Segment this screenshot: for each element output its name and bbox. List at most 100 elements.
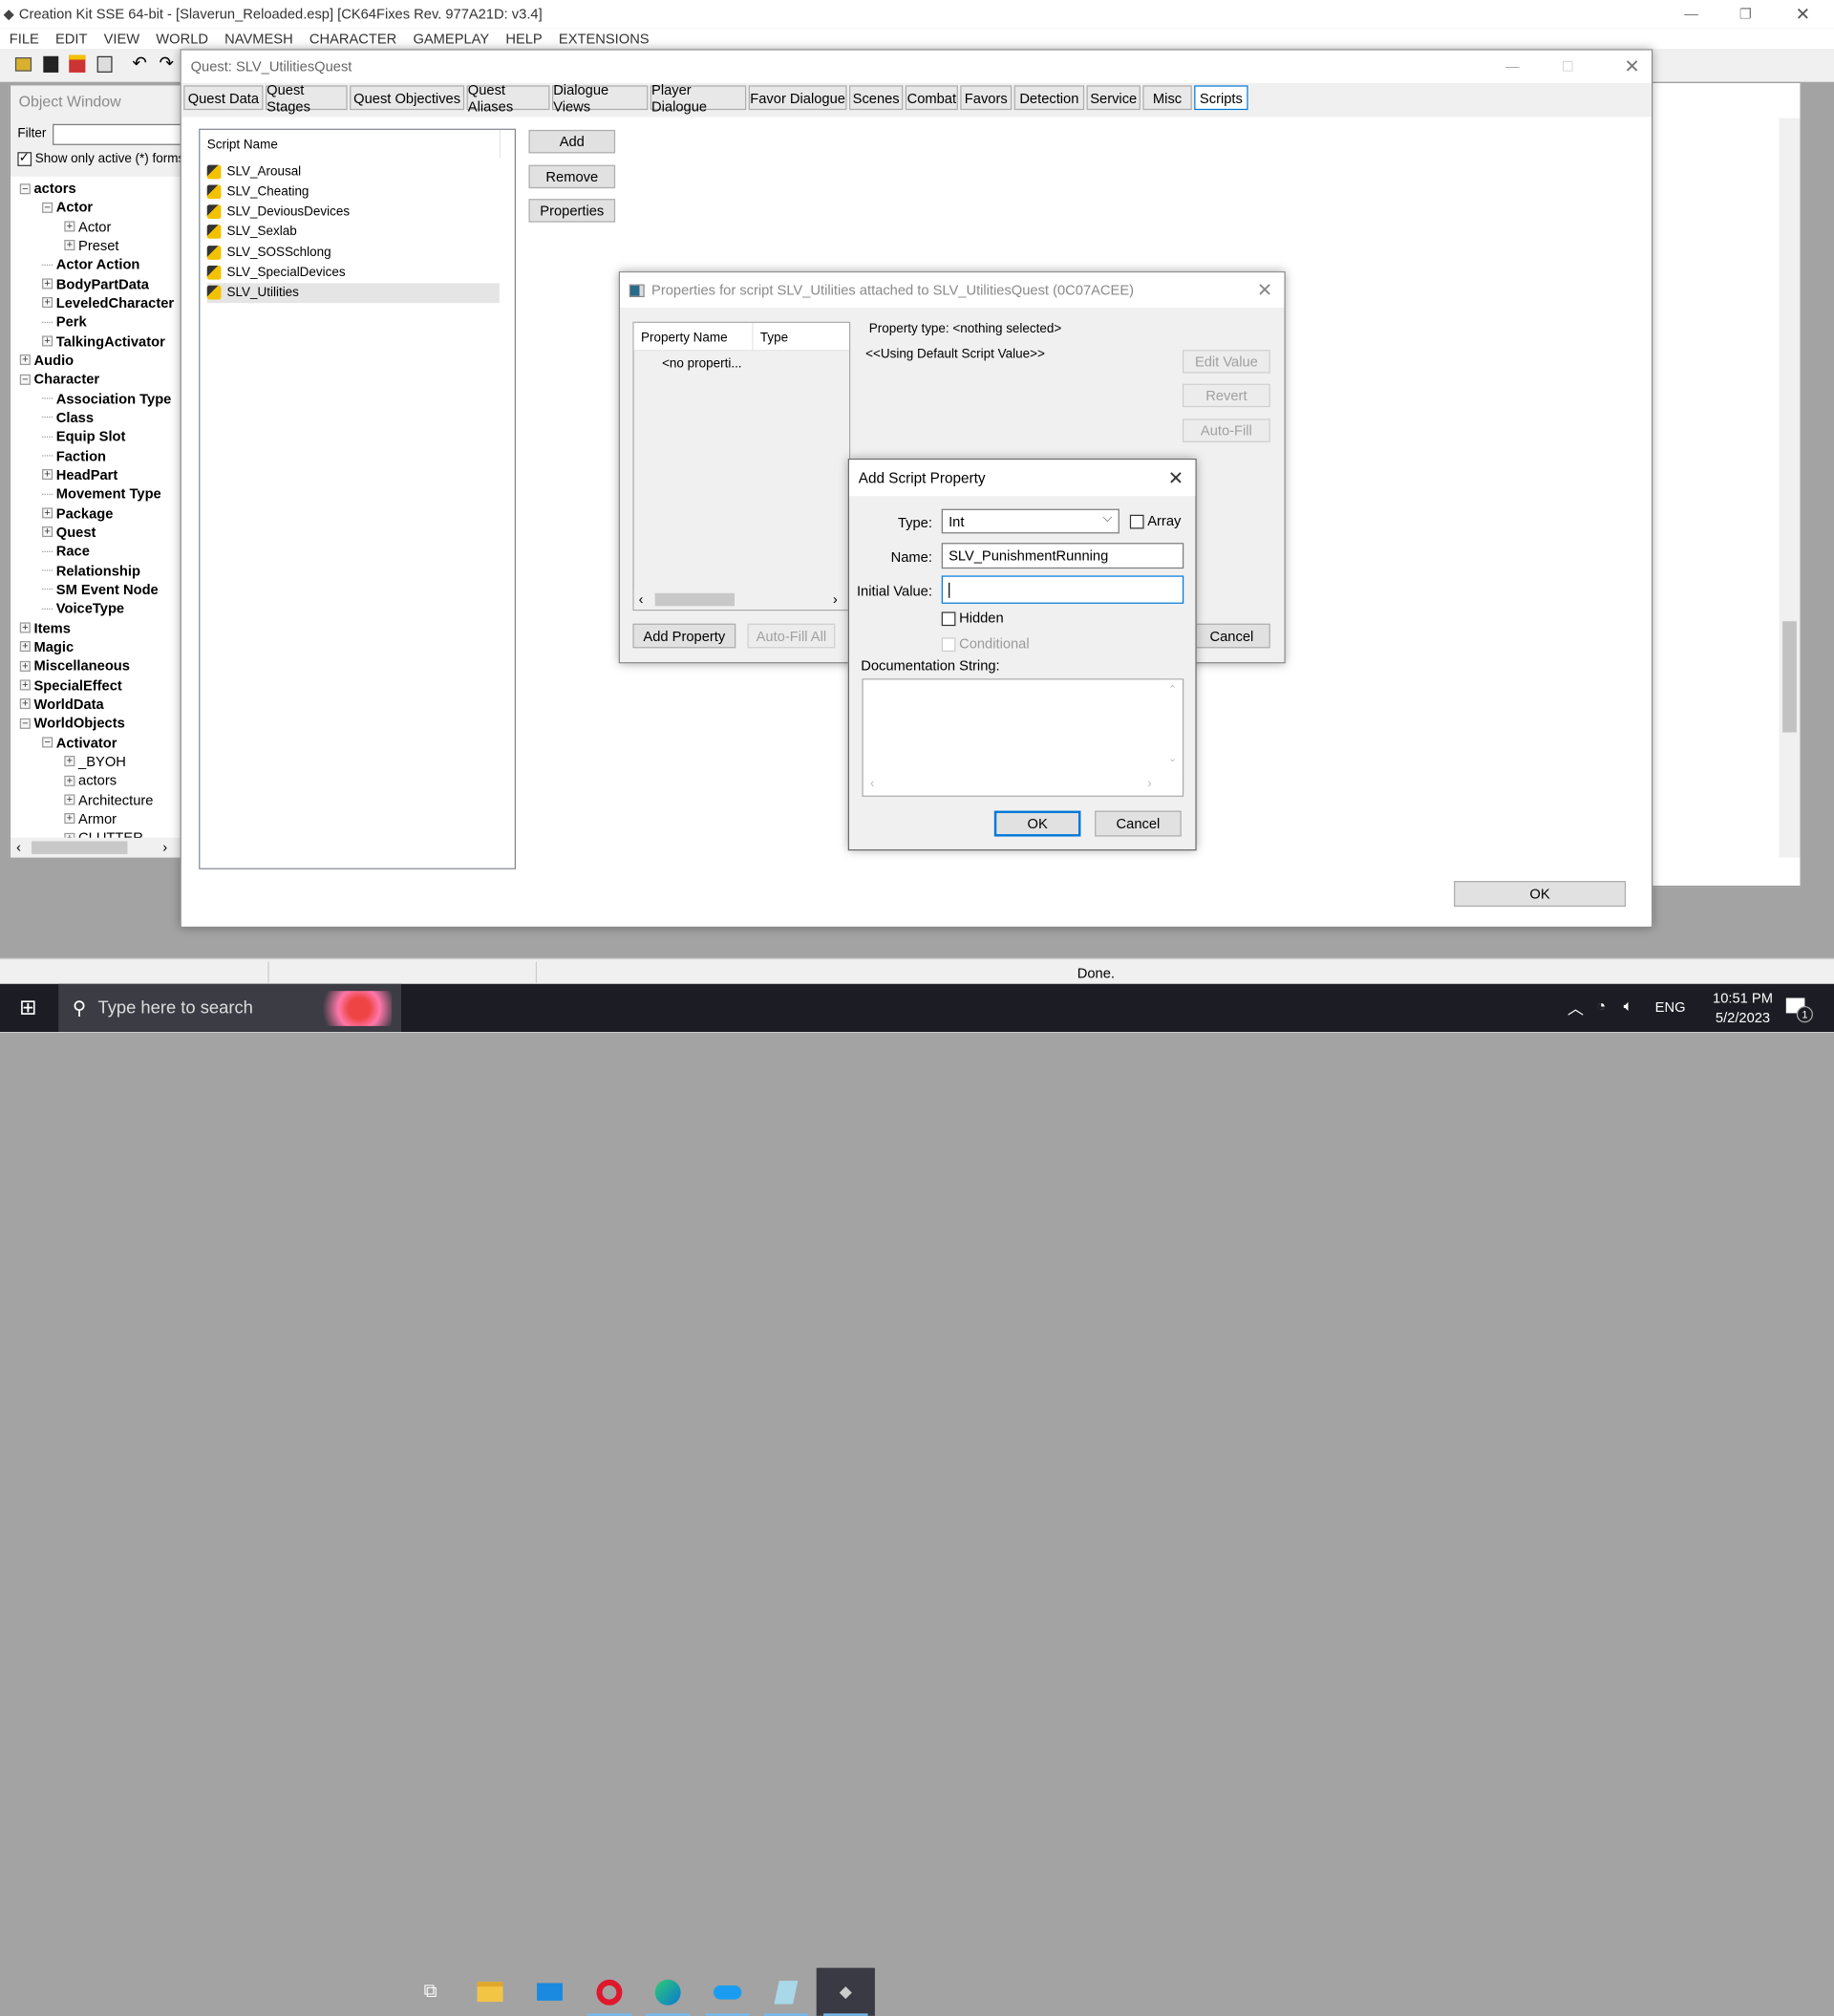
hidden-checkbox[interactable]: Hidden: [941, 610, 1004, 626]
checkbox-icon[interactable]: [941, 637, 956, 652]
tree-item[interactable]: VoiceType: [42, 599, 124, 618]
expand-icon[interactable]: +: [42, 469, 53, 481]
menu-file[interactable]: FILE: [10, 31, 39, 47]
initial-value-input[interactable]: [941, 575, 1184, 604]
collapse-icon[interactable]: −: [42, 202, 53, 213]
tree-item[interactable]: + Quest: [42, 523, 96, 542]
expand-icon[interactable]: +: [64, 240, 75, 251]
tree-item[interactable]: + Armor: [64, 809, 117, 828]
quest-maximize-button[interactable]: ☐: [1562, 58, 1574, 75]
menu-gameplay[interactable]: GAMEPLAY: [413, 31, 489, 47]
tree-item[interactable]: + _BYOH: [64, 752, 126, 771]
tree-item[interactable]: Actor Action: [42, 255, 139, 274]
tab-quest-stages[interactable]: Quest Stages: [265, 81, 348, 114]
undo-icon[interactable]: ↶: [132, 53, 146, 74]
tree-item[interactable]: Movement Type: [42, 484, 161, 504]
script-name-header[interactable]: Script Name: [207, 138, 278, 152]
tab-quest-data[interactable]: Quest Data: [183, 85, 264, 111]
creation-kit-icon[interactable]: ◆: [816, 1967, 875, 2016]
tab-favor-dialogue[interactable]: Favor Dialogue: [748, 85, 847, 111]
expand-icon[interactable]: +: [19, 354, 31, 366]
quest-close-button[interactable]: ✕: [1624, 55, 1639, 78]
tree-item[interactable]: + Actor: [64, 217, 111, 236]
menu-help[interactable]: HELP: [505, 31, 542, 47]
tab-quest-objectives[interactable]: Quest Objectives: [350, 85, 465, 111]
clock[interactable]: 10:51 PM 5/2/2023: [1696, 989, 1790, 1029]
collapse-icon[interactable]: −: [19, 718, 31, 729]
column-type[interactable]: Type: [760, 332, 788, 346]
script-row[interactable]: SLV_Arousal: [206, 161, 500, 182]
volume-icon[interactable]: 🔈︎: [1624, 997, 1633, 1016]
tree-item[interactable]: + Package: [42, 504, 113, 523]
tree-item[interactable]: SM Event Node: [42, 580, 159, 599]
tree-item[interactable]: + Audio: [19, 351, 74, 370]
app-icon-blue[interactable]: [698, 1968, 757, 2016]
add-property-ok-button[interactable]: OK: [993, 810, 1081, 837]
script-row[interactable]: SLV_SpecialDevices: [206, 263, 500, 283]
tree-item[interactable]: Equip Slot: [42, 427, 125, 446]
collapse-icon[interactable]: −: [19, 182, 31, 194]
menu-view[interactable]: VIEW: [104, 31, 140, 47]
add-script-button[interactable]: Add: [528, 129, 616, 154]
preferences-icon[interactable]: [96, 55, 113, 73]
edit-value-button[interactable]: Edit Value: [1182, 350, 1270, 374]
script-row[interactable]: SLV_Cheating: [206, 182, 500, 202]
tree-item[interactable]: Class: [42, 408, 94, 427]
collapse-icon[interactable]: −: [42, 737, 53, 748]
tree-item[interactable]: + TalkingActivator: [42, 332, 165, 351]
collapse-icon[interactable]: −: [19, 374, 31, 385]
search-box[interactable]: ⚲ Type here to search: [58, 983, 402, 1033]
tree-item[interactable]: + LeveledCharacter: [42, 293, 174, 312]
expand-icon[interactable]: +: [42, 526, 53, 538]
expand-icon[interactable]: +: [64, 794, 75, 805]
start-button[interactable]: ⊞: [0, 984, 56, 1032]
name-input[interactable]: SLV_PunishmentRunning: [941, 543, 1184, 569]
menu-world[interactable]: WORLD: [156, 31, 208, 47]
checkbox-icon[interactable]: [17, 150, 32, 166]
tab-dialogue-views[interactable]: Dialogue Views: [551, 81, 649, 114]
expand-icon[interactable]: +: [42, 507, 53, 519]
script-row[interactable]: SLV_Sexlab: [206, 223, 500, 243]
checkbox-icon[interactable]: [1129, 514, 1144, 529]
tree-item[interactable]: − Activator: [42, 733, 117, 752]
property-list[interactable]: Property Name Type <no properti... ‹ ›: [632, 321, 851, 611]
save-icon[interactable]: [43, 55, 59, 73]
tab-quest-aliases[interactable]: Quest Aliases: [466, 81, 550, 114]
open-icon[interactable]: [14, 57, 32, 72]
language-indicator[interactable]: ENG: [1655, 999, 1686, 1016]
tree-item[interactable]: + Miscellaneous: [19, 656, 130, 676]
script-row[interactable]: SLV_DeviousDevices: [206, 202, 500, 222]
properties-button[interactable]: Properties: [528, 199, 616, 223]
edge-icon[interactable]: [639, 1968, 697, 2016]
notepad-icon[interactable]: [757, 1968, 815, 2016]
tree-item[interactable]: − Actor: [42, 198, 93, 217]
property-row-empty[interactable]: <no properti...: [662, 356, 741, 371]
tree-item[interactable]: + BodyPartData: [42, 274, 149, 293]
close-button[interactable]: ✕: [1796, 4, 1810, 25]
object-tree[interactable]: − actors − Actor + Actor + Preset Actor Action + B…: [11, 176, 181, 839]
revert-button[interactable]: Revert: [1182, 383, 1270, 408]
properties-cancel-button[interactable]: Cancel: [1192, 623, 1270, 649]
menu-character[interactable]: CHARACTER: [309, 31, 396, 47]
menu-edit[interactable]: EDIT: [55, 31, 87, 47]
expand-icon[interactable]: +: [19, 660, 31, 672]
property-list-scrollbar[interactable]: ‹ ›: [633, 590, 849, 610]
tree-item[interactable]: Relationship: [42, 561, 140, 580]
expand-icon[interactable]: +: [64, 813, 75, 825]
tree-item[interactable]: + WorldData: [19, 695, 104, 714]
tree-item[interactable]: + Items: [19, 618, 71, 637]
task-view-icon[interactable]: ⧉: [401, 1968, 459, 2016]
doc-horizontal-scrollbar[interactable]: ‹ ›: [864, 777, 1162, 796]
tree-item[interactable]: + HeadPart: [42, 465, 117, 484]
show-active-checkbox[interactable]: Show only active (*) forms: [17, 150, 184, 166]
expand-icon[interactable]: +: [64, 775, 75, 786]
remove-script-button[interactable]: Remove: [528, 164, 616, 189]
expand-icon[interactable]: +: [19, 641, 31, 653]
expand-icon[interactable]: +: [42, 297, 53, 309]
array-checkbox[interactable]: Array: [1129, 512, 1181, 529]
menu-navmesh[interactable]: NAVMESH: [224, 31, 293, 47]
add-property-cancel-button[interactable]: Cancel: [1095, 810, 1182, 837]
auto-fill-all-button[interactable]: Auto-Fill All: [747, 623, 836, 649]
tab-favors[interactable]: Favors: [960, 85, 1013, 111]
tab-detection[interactable]: Detection: [1013, 85, 1085, 111]
